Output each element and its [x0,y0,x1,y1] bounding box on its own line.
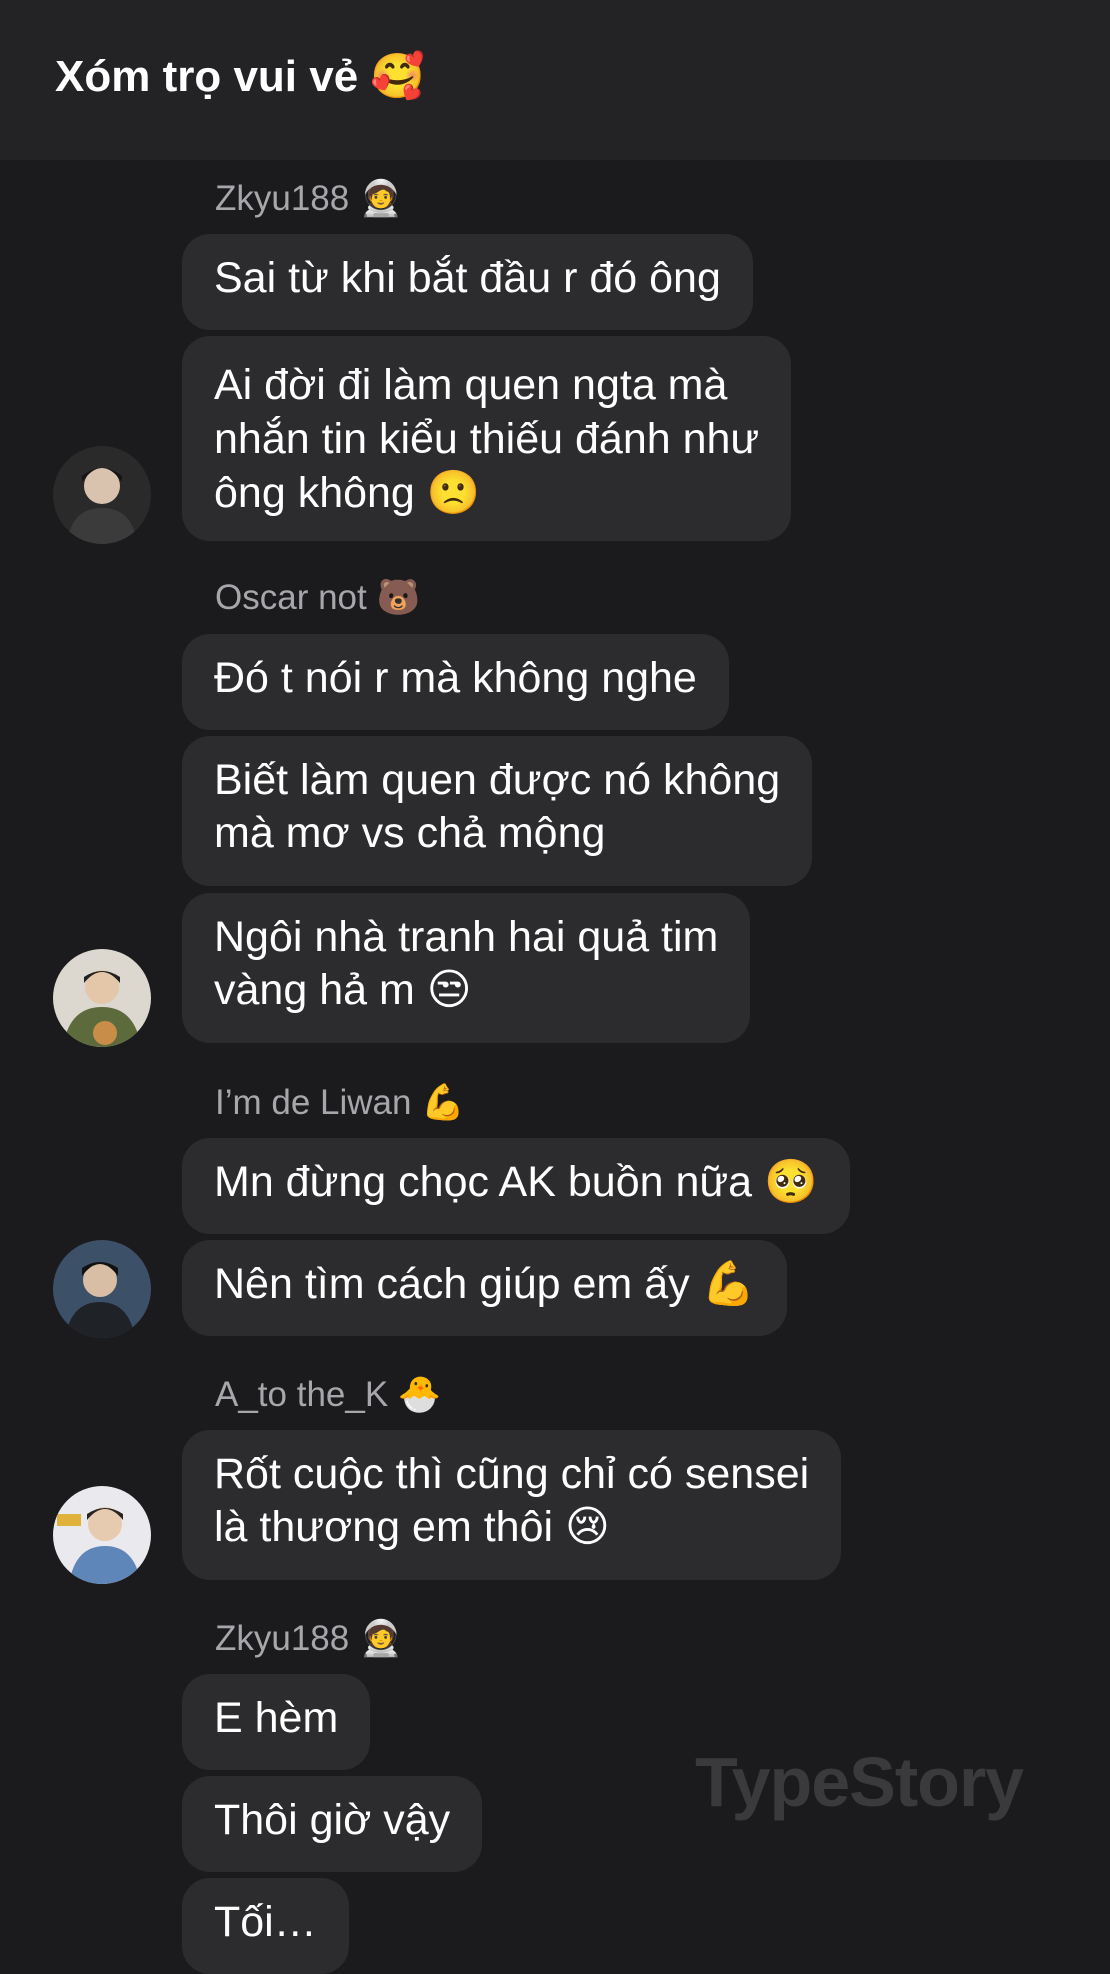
message-text: Thôi giờ vậy [214,1796,451,1844]
message-list[interactable]: Zkyu188 🧑‍🚀 Sai từ khi bắt đầu r đó ông … [0,160,1110,1974]
sender-name[interactable]: I’m de Liwan 💪 [215,1082,465,1123]
message-text: Ngôi nhà tranh hai quả tim [214,913,719,961]
message-text: là thương em thôi 😢 [214,1503,610,1551]
message-text: Rốt cuộc thì cũng chỉ có sensei [214,1450,810,1498]
message-text: Nên tìm cách giúp em ấy 💪 [214,1260,756,1308]
avatar[interactable] [53,1240,151,1338]
avatar-image [53,446,151,544]
avatar[interactable] [53,446,151,544]
message-text: Ai đời đi làm quen ngta mà [214,361,728,409]
avatar-image [53,1240,151,1338]
message-bubble[interactable]: Thôi giờ vậy [182,1776,483,1872]
avatar-image [53,949,151,1047]
message-bubble[interactable]: E hèm [182,1674,371,1770]
message-bubble[interactable]: Nên tìm cách giúp em ấy 💪 [182,1240,788,1336]
watermark: TypeStory [695,1743,1024,1821]
message-text: ông không 🙁 [214,469,481,517]
sender-name[interactable]: Oscar not 🐻 [215,577,420,618]
chat-header: Xóm trọ vui vẻ 🥰 [0,0,1110,160]
message-text: nhắn tin kiểu thiếu đánh như [214,415,760,463]
message-text: E hèm [214,1694,339,1742]
message-text: mà mơ vs chả mộng [214,809,606,857]
message-bubble[interactable]: Tối… [182,1878,349,1974]
message-text: Tối… [214,1898,317,1946]
message-bubble[interactable]: Mn đừng chọc AK buồn nữa 🥺 [182,1138,850,1234]
message-bubble[interactable]: Đó t nói r mà không nghe [182,634,729,730]
message-text: vàng hả m 😒 [214,966,472,1014]
avatar[interactable] [53,949,151,1047]
chat-title[interactable]: Xóm trọ vui vẻ 🥰 [55,50,425,102]
message-text: Mn đừng chọc AK buồn nữa 🥺 [214,1158,818,1206]
message-bubble[interactable]: Biết làm quen được nó không mà mơ vs chả… [182,736,813,886]
sender-name[interactable]: Zkyu188 🧑‍🚀 [215,178,403,219]
message-bubble[interactable]: Sai từ khi bắt đầu r đó ông [182,234,753,330]
sender-name[interactable]: A_to the_K 🐣 [215,1374,442,1415]
message-text: Biết làm quen được nó không [214,756,781,804]
sender-name[interactable]: Zkyu188 🧑‍🚀 [215,1618,403,1659]
message-text: Đó t nói r mà không nghe [214,654,697,702]
message-bubble[interactable]: Ai đời đi làm quen ngta mà nhắn tin kiểu… [182,336,792,541]
message-text: Sai từ khi bắt đầu r đó ông [214,254,721,302]
avatar-image [53,1486,151,1584]
avatar[interactable] [53,1486,151,1584]
message-bubble[interactable]: Ngôi nhà tranh hai quả tim vàng hả m 😒 [182,893,751,1043]
message-bubble[interactable]: Rốt cuộc thì cũng chỉ có sensei là thươn… [182,1430,842,1580]
